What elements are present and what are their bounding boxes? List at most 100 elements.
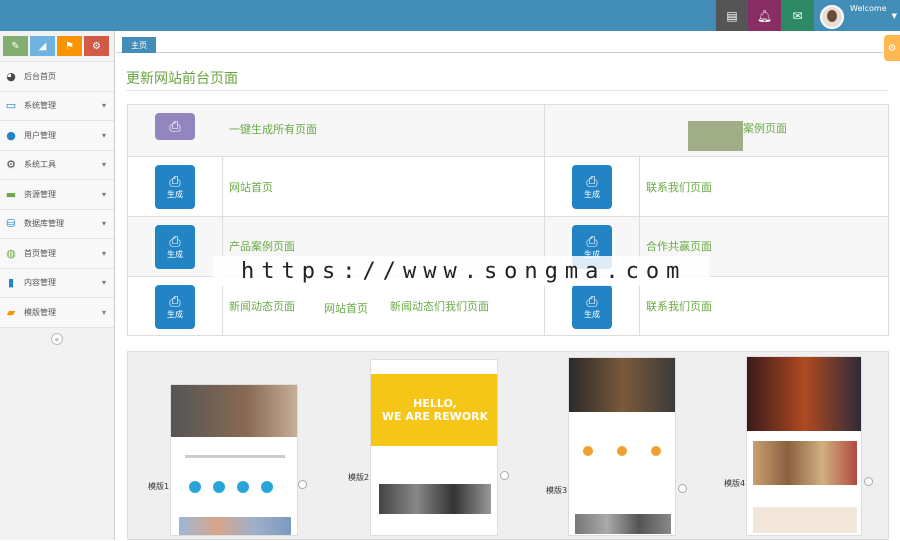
sidebar-item-content[interactable]: ▮ 内容管理 ▾ [0,267,114,297]
sidebar-item-label: 模版管理 [24,307,56,317]
divider [222,157,223,335]
thumbnail-section [753,507,857,533]
divider [126,90,888,91]
sidebar-item-home[interactable]: ◍ 首页管理 ▾ [0,238,114,268]
template-thumbnail [170,384,298,536]
generate-products-button[interactable]: ⎙ 生成 [155,225,195,269]
template-1-radio[interactable] [298,480,307,489]
chevron-down-icon: ▾ [101,219,106,229]
thumbnail-dot [651,446,661,456]
welcome-text: Welcome [850,4,887,13]
home-page-label[interactable]: 网站首页 [229,179,273,195]
overlay-home-label: 网站首页 [324,302,368,315]
generate-all-button[interactable]: ⎙ [155,113,195,140]
thumbnail-hero [747,357,861,431]
sidebar-item-label: 系统管理 [24,101,56,111]
sidebar-item-tools[interactable]: ⚙ 系统工具 ▾ [0,149,114,179]
template-gallery: 模版1 模版2 HELLO, WE ARE REWORK 模版3 模版4 [127,351,889,540]
chevron-down-icon: ▾ [101,278,106,288]
sidebar-collapse-toggle[interactable]: « [0,326,114,351]
print-icon: ⎙ [586,293,598,310]
template-4-radio[interactable] [864,477,873,486]
tasks-icon: ▤ [726,8,738,23]
notifications-button[interactable]: 🔔︎ [748,0,781,31]
print-icon: ⎙ [169,233,181,250]
hero-heading: HELLO, [413,397,457,410]
thumbnail-gallery [179,517,291,535]
products-page-label[interactable]: 产品案例页面 [229,238,295,254]
generate-all-label[interactable]: 一键生成所有页面 [229,121,317,137]
caret-down-icon: ▼ [891,12,897,20]
template-label: 模版2 [348,473,370,482]
print-icon: ⎙ [586,173,598,190]
sidebar-item-users[interactable]: ● 用户管理 ▾ [0,120,114,150]
template-3-radio[interactable] [678,484,687,493]
button-label: 生成 [167,309,183,319]
news-page-label[interactable]: 新闻动态页面 [229,298,295,314]
case-page-label[interactable]: 案例页面 [743,120,787,136]
thumbnail-hero [569,358,675,412]
sidebar-item-label: 数据库管理 [24,219,64,229]
sidebar-item-database[interactable]: ⛁ 数据库管理 ▾ [0,208,114,238]
sidebar-item-label: 系统工具 [24,160,56,170]
messages-button[interactable]: ✉ [781,0,814,31]
shortcut-cogs-button[interactable]: ⚙ [84,36,109,56]
partner-page-label[interactable]: 合作共赢页面 [646,238,712,254]
news-contact-page-label[interactable]: 新闻动态们我们页面 [390,298,489,314]
sidebar: ✎ ◢ ⚑ ⚙ ◕ 后台首页 ▭ 系统管理 ▾ ● 用户管理 ▾ ⚙ 系统工具 ▾ ▬ 资源管理… [0,31,115,540]
thumbnail-dot [189,481,201,493]
settings-gear-button[interactable]: ⚙ [884,35,900,61]
table-row: ⎙ 一键生成所有页面 案例页面 [128,105,888,157]
template-thumbnail [568,357,676,536]
sidebar-item-dashboard[interactable]: ◕ 后台首页 [0,61,114,91]
thumbnail-dot [237,481,249,493]
user-menu[interactable]: Welcome ▼ [816,0,900,31]
template-3[interactable]: 模版3 [528,352,708,541]
bell-icon: 🔔︎ [756,8,773,23]
template-thumbnail: HELLO, WE ARE REWORK [370,359,498,536]
generate-contact-button[interactable]: ⎙ 生成 [572,165,612,209]
thumbnail-gallery [379,484,491,514]
thumbnail-overlay [688,121,743,151]
template-4[interactable]: 模版4 [708,352,888,541]
shortcut-pencil-button[interactable]: ✎ [3,36,28,56]
generate-contact2-button[interactable]: ⎙ 生成 [572,285,612,329]
credit-card-icon: ▬ [5,187,17,201]
contact-page-label[interactable]: 联系我们页面 [646,179,712,195]
sidebar-shortcuts: ✎ ◢ ⚑ ⚙ [0,31,114,61]
template-2[interactable]: 模版2 HELLO, WE ARE REWORK [328,352,528,541]
thumbnail-dot [617,446,627,456]
sidebar-item-label: 后台首页 [24,71,56,81]
shortcut-flag-button[interactable]: ⚑ [57,36,82,56]
sidebar-item-label: 首页管理 [24,248,56,258]
template-1[interactable]: 模版1 [128,352,328,541]
sidebar-item-templates[interactable]: ▰ 模版管理 ▾ [0,297,114,327]
tab-home[interactable]: 主页 [122,37,156,53]
sidebar-item-label: 用户管理 [24,130,56,140]
users-icon: ● [6,128,16,142]
tasks-button[interactable]: ▤ [716,0,748,31]
sidebar-item-resources[interactable]: ▬ 资源管理 ▾ [0,179,114,209]
contact2-page-label[interactable]: 联系我们页面 [646,298,712,314]
generate-table: ⎙ 一键生成所有页面 案例页面 ⎙ 生成 网站首页 ⎙ 生成 联系我们页面 ⎙ 生成 … [127,104,889,336]
sidebar-item-system[interactable]: ▭ 系统管理 ▾ [0,90,114,120]
template-2-radio[interactable] [500,471,509,480]
print-icon: ⎙ [169,118,181,135]
template-label: 模版4 [724,479,746,488]
thumbnail-dot [583,446,593,456]
sidebar-item-label: 内容管理 [24,278,56,288]
button-label: 生成 [584,309,600,319]
table-row: ⎙ 生成 网站首页 ⎙ 生成 联系我们页面 [128,157,888,217]
button-label: 生成 [584,189,600,199]
generate-news-button[interactable]: ⎙ 生成 [155,285,195,329]
gear-icon: ⚙ [887,42,897,54]
hero-heading: WE ARE REWORK [381,410,489,423]
flag-icon: ⚑ [65,40,74,52]
book-icon: ▮ [7,276,15,290]
shortcut-signal-button[interactable]: ◢ [30,36,55,56]
generate-home-button[interactable]: ⎙ 生成 [155,165,195,209]
button-label: 生成 [167,249,183,259]
folder-icon: ▰ [6,305,16,319]
thumbnail-text-line [185,455,285,458]
print-icon: ⎙ [169,293,181,310]
